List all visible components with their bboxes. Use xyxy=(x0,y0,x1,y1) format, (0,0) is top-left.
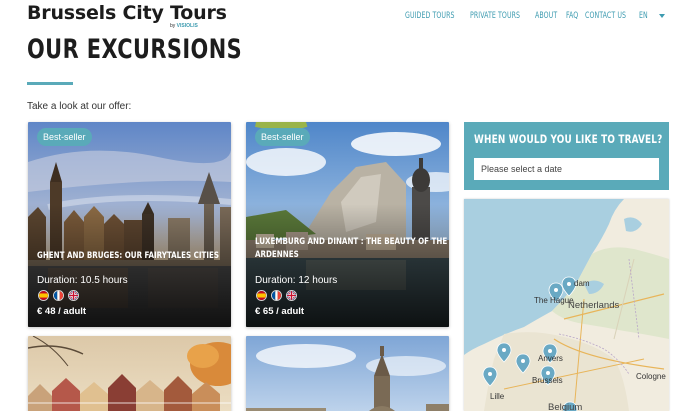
map-label-cologne: Cologne xyxy=(636,372,666,381)
card-duration: Duration: 10.5 hours xyxy=(37,275,128,286)
spain-flag-icon xyxy=(256,290,267,301)
map-label-belgium: Belgium xyxy=(548,402,583,411)
card-price: € 65 / adult xyxy=(255,306,305,317)
uk-flag-icon xyxy=(286,290,297,301)
page-title: OUR EXCURSIONS xyxy=(27,34,243,65)
map-label-antwerp: Anvers xyxy=(538,354,563,363)
excursion-card-3[interactable] xyxy=(28,336,231,411)
date-picker-input[interactable] xyxy=(474,158,659,180)
main-nav: GUIDED TOURS PRIVATE TOURS ABOUT FAQ CON… xyxy=(405,11,665,21)
nav-guided-tours[interactable]: GUIDED TOURS xyxy=(405,11,455,21)
map-label-lille: Lille xyxy=(490,392,505,401)
card-image-3 xyxy=(28,336,231,411)
intro-text: Take a look at our offer: xyxy=(27,101,132,112)
excursion-card-ghent-bruges[interactable]: Best-seller GHENT AND BRUGES: OUR FAIRYT… xyxy=(28,122,231,327)
map-label-brussels: Brussels xyxy=(532,376,563,385)
language-flags xyxy=(256,290,297,301)
nav-contact-us[interactable]: CONTACT US xyxy=(585,11,626,21)
card-image-4 xyxy=(246,336,449,411)
tours-map[interactable]: dam The Hague Netherlands Anvers Brussel… xyxy=(464,199,669,411)
excursion-card-4[interactable] xyxy=(246,336,449,411)
bestseller-badge: Best-seller xyxy=(37,128,92,146)
chevron-down-icon xyxy=(659,14,665,18)
card-title[interactable]: GHENT AND BRUGES: OUR FAIRYTALES CITIES xyxy=(37,250,231,263)
uk-flag-icon xyxy=(68,290,79,301)
france-flag-icon xyxy=(271,290,282,301)
france-flag-icon xyxy=(53,290,64,301)
travel-date-panel: WHEN WOULD YOU LIKE TO TRAVEL? xyxy=(464,122,669,190)
map-label-netherlands: Netherlands xyxy=(568,300,620,311)
spain-flag-icon xyxy=(38,290,49,301)
language-selector[interactable]: EN xyxy=(639,11,665,21)
title-divider xyxy=(27,82,73,85)
logo-subtitle: by VISIOLIS xyxy=(170,23,198,29)
excursion-card-luxemburg-dinant[interactable]: Best-seller LUXEMBURG AND DINANT : THE B… xyxy=(246,122,449,327)
site-logo[interactable]: Brussels City Tours by VISIOLIS xyxy=(27,2,227,29)
card-title[interactable]: LUXEMBURG AND DINANT : THE BEAUTY OF THE… xyxy=(255,236,449,262)
nav-private-tours[interactable]: PRIVATE TOURS xyxy=(470,11,520,21)
language-flags xyxy=(38,290,79,301)
map-label-amsterdam: dam xyxy=(574,279,590,288)
nav-faq[interactable]: FAQ xyxy=(566,11,578,21)
card-duration: Duration: 12 hours xyxy=(255,275,338,286)
card-price: € 48 / adult xyxy=(37,306,87,317)
nav-about[interactable]: ABOUT xyxy=(535,11,557,21)
bestseller-badge: Best-seller xyxy=(255,128,310,146)
logo-title: Brussels City Tours xyxy=(27,2,227,24)
language-label: EN xyxy=(639,11,649,21)
travel-date-title: WHEN WOULD YOU LIKE TO TRAVEL? xyxy=(474,132,663,146)
